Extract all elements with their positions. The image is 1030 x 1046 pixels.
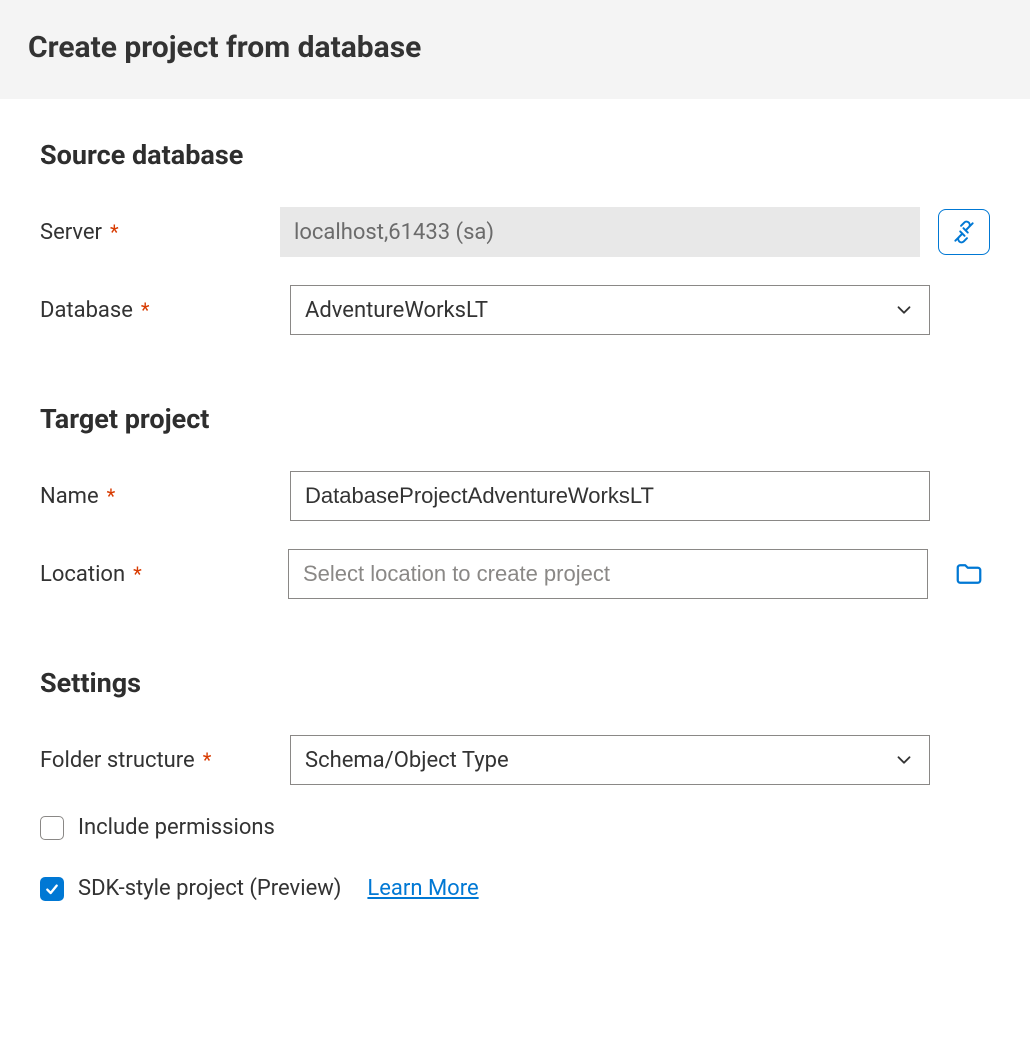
section-target-title: Target project: [40, 403, 990, 435]
required-asterisk: *: [203, 748, 212, 772]
server-input: localhost,61433 (sa): [280, 207, 920, 257]
required-asterisk: *: [133, 562, 142, 586]
location-input[interactable]: [288, 549, 928, 599]
connect-button[interactable]: [938, 209, 990, 255]
folder-icon: [954, 559, 984, 589]
database-select[interactable]: AdventureWorksLT: [290, 285, 930, 335]
required-asterisk: *: [110, 220, 119, 244]
row-folder-structure: Folder structure* Schema/Object Type: [40, 735, 990, 785]
row-location: Location*: [40, 549, 990, 599]
sdk-style-checkbox[interactable]: [40, 877, 64, 901]
dialog-title: Create project from database: [28, 30, 1002, 65]
plug-icon: [951, 219, 977, 245]
database-label: Database*: [40, 298, 290, 323]
folder-structure-label: Folder structure*: [40, 748, 290, 773]
name-input[interactable]: [290, 471, 930, 521]
dialog-body: Source database Server* localhost,61433 …: [0, 99, 1030, 901]
folder-structure-select[interactable]: Schema/Object Type: [290, 735, 930, 785]
row-name: Name*: [40, 471, 990, 521]
chevron-down-icon: [893, 299, 915, 321]
row-server: Server* localhost,61433 (sa): [40, 207, 990, 257]
row-database: Database* AdventureWorksLT: [40, 285, 990, 335]
browse-folder-button[interactable]: [948, 553, 990, 595]
row-sdk-style: SDK-style project (Preview) Learn More: [40, 876, 990, 901]
section-settings-title: Settings: [40, 667, 990, 699]
sdk-style-label: SDK-style project (Preview): [78, 876, 341, 901]
chevron-down-icon: [893, 749, 915, 771]
include-permissions-checkbox[interactable]: [40, 816, 64, 840]
dialog-header: Create project from database: [0, 0, 1030, 99]
location-label: Location*: [40, 562, 288, 587]
required-asterisk: *: [107, 484, 116, 508]
name-label: Name*: [40, 484, 290, 509]
section-source-title: Source database: [40, 139, 990, 171]
learn-more-link[interactable]: Learn More: [367, 876, 478, 901]
server-label: Server*: [40, 220, 280, 245]
required-asterisk: *: [141, 298, 150, 322]
include-permissions-label: Include permissions: [78, 815, 275, 840]
row-include-permissions: Include permissions: [40, 815, 990, 840]
